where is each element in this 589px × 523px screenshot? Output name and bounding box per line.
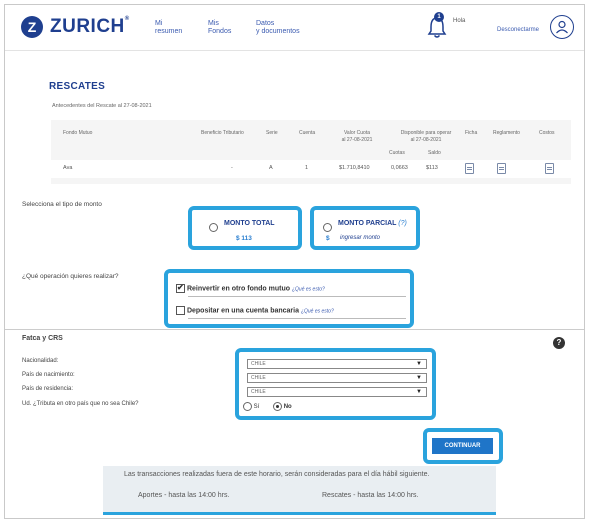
col-saldo: Saldo: [428, 150, 441, 156]
monto-total-radio[interactable]: [209, 223, 218, 233]
fatca-fields: CHILE ▼ CHILE ▼ CHILE ▼ Sí No: [235, 348, 436, 420]
reinvertir-help-link[interactable]: ¿Qué es esto?: [292, 286, 325, 292]
reglamento-document-icon[interactable]: [497, 163, 506, 174]
cell-serie: A: [269, 165, 273, 171]
page-title: RESCATES: [49, 81, 106, 92]
col-cuenta: Cuenta: [299, 130, 316, 136]
cell-cuotas: 0,0663: [391, 165, 408, 171]
logo-text: ZURICH®: [50, 16, 130, 37]
monto-parcial-title: MONTO PARCIAL (?): [338, 220, 407, 227]
top-header: Z ZURICH® Mi resumen Mis Fondos Datos y …: [5, 5, 584, 51]
schedule-notice: Las transacciones realizadas fuera de es…: [124, 471, 430, 478]
monto-label: Selecciona el tipo de monto: [22, 201, 102, 208]
monto-parcial-help[interactable]: (?): [398, 220, 407, 227]
nacionalidad-select[interactable]: CHILE ▼: [247, 359, 427, 369]
monto-total-amount: $ 113: [236, 235, 252, 242]
costos-document-icon[interactable]: [545, 163, 554, 174]
zurich-logo[interactable]: Z ZURICH®: [21, 16, 130, 38]
col-fondo: Fondo Mutuo: [63, 130, 93, 136]
col-reglamento: Reglamento: [493, 130, 520, 136]
col-cuotas: Cuotas: [389, 150, 405, 156]
reinvertir-checkbox[interactable]: [176, 283, 185, 293]
tributa-si-radio[interactable]: [243, 402, 252, 411]
nav-datos-documentos[interactable]: Datos y documentos: [256, 20, 300, 36]
logout-link[interactable]: Desconectarme: [497, 27, 539, 33]
residencia-label: País de residencia:: [22, 386, 74, 392]
nacimiento-select[interactable]: CHILE ▼: [247, 373, 427, 383]
cell-cuenta: 1: [305, 165, 309, 171]
tributa-label: Ud. ¿Tributa en otro país que no sea Chi…: [22, 401, 139, 407]
monto-parcial-radio[interactable]: [323, 223, 332, 233]
col-disponible: Disponible para operar al 27-08-2021: [400, 130, 452, 143]
cell-saldo: $113: [426, 165, 438, 171]
cell-beneficio: -: [231, 165, 233, 171]
rescates-hours: Rescates - hasta las 14:00 hrs.: [322, 492, 419, 499]
col-ficha: Ficha: [465, 130, 478, 136]
monto-parcial-input[interactable]: ingresar monto: [340, 235, 380, 241]
ficha-document-icon[interactable]: [465, 163, 474, 174]
fatca-title: Fatca y CRS: [22, 335, 63, 342]
col-valor-cuota: Valor Cuota al 27-08-2021: [341, 130, 373, 143]
logo-mark: Z: [21, 16, 43, 38]
cell-valor: $1.710,8410: [339, 165, 370, 171]
col-beneficio: Beneficio Tributario: [201, 130, 244, 136]
section-divider: [5, 329, 584, 330]
tributa-no-radio[interactable]: [273, 402, 283, 411]
depositar-help-link[interactable]: ¿Qué es esto?: [301, 308, 334, 314]
col-costos: Costos: [539, 130, 555, 136]
help-icon[interactable]: ?: [553, 337, 565, 349]
operacion-options: Reinvertir en otro fondo mutuo ¿Qué es e…: [164, 269, 414, 328]
operacion-label: ¿Qué operación quieres realizar?: [22, 273, 119, 280]
depositar-option[interactable]: Depositar en una cuenta bancaria ¿Qué es…: [176, 306, 334, 315]
depositar-checkbox[interactable]: [176, 306, 185, 315]
greeting: Hola: [453, 18, 466, 24]
user-avatar-icon[interactable]: [550, 15, 574, 39]
app-window: Z ZURICH® Mi resumen Mis Fondos Datos y …: [4, 4, 585, 519]
page-subtitle: Antecedentes del Rescate al 27-08-2021: [52, 103, 152, 109]
info-accent-bar: [103, 512, 496, 515]
monto-total-title: MONTO TOTAL: [224, 220, 275, 227]
monto-total-option[interactable]: MONTO TOTAL $ 113: [188, 206, 302, 250]
fund-table: Fondo Mutuo Beneficio Tributario Serie C…: [51, 120, 571, 184]
col-serie: Serie: [266, 130, 278, 136]
monto-parcial-option[interactable]: MONTO PARCIAL (?) $ ingresar monto: [310, 206, 420, 250]
tributa-options: Sí No: [243, 402, 292, 411]
cell-fondo: Ava: [63, 165, 73, 171]
aportes-hours: Aportes - hasta las 14:00 hrs.: [138, 492, 230, 499]
monto-parcial-currency: $: [326, 235, 330, 242]
residencia-select[interactable]: CHILE ▼: [247, 387, 427, 397]
table-row: Ava - A 1 $1.710,8410 0,0663 $113: [51, 160, 571, 178]
nacionalidad-label: Nacionalidad:: [22, 358, 59, 364]
nacimiento-label: País de nacimiento:: [22, 372, 75, 378]
reinvertir-option[interactable]: Reinvertir en otro fondo mutuo ¿Qué es e…: [176, 283, 325, 293]
nav-mis-fondos[interactable]: Mis Fondos: [208, 20, 231, 36]
nav-mi-resumen[interactable]: Mi resumen: [155, 20, 182, 36]
continuar-button[interactable]: CONTINUAR: [432, 438, 493, 454]
notification-badge: 1: [434, 12, 444, 22]
schedule-info: Las transacciones realizadas fuera de es…: [103, 466, 496, 514]
